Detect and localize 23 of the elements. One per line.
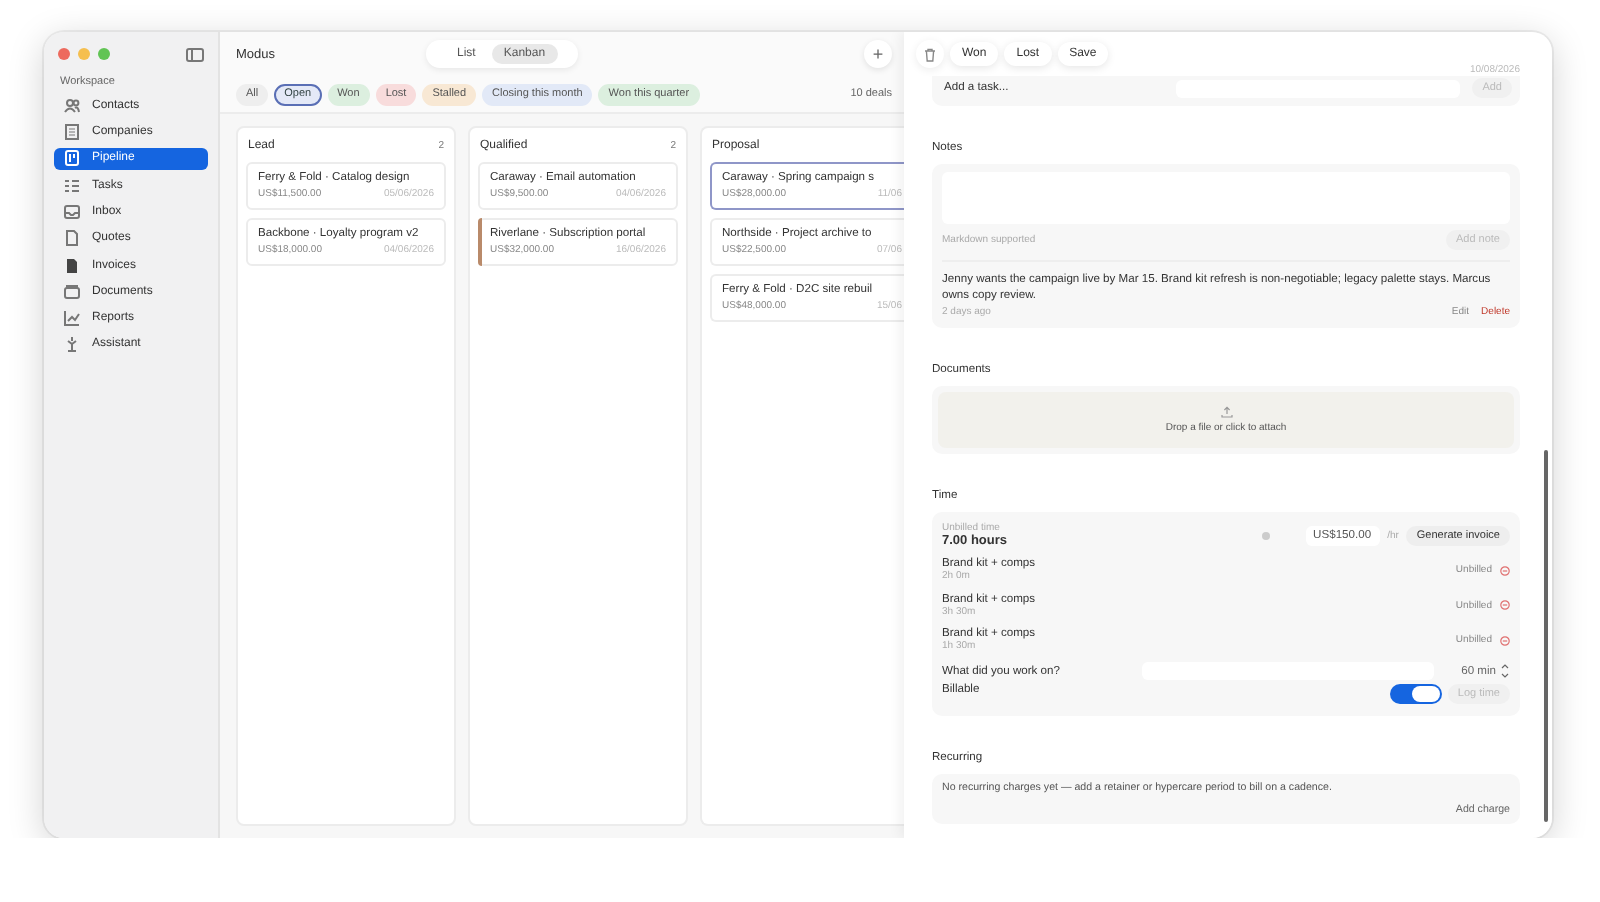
list-icon	[64, 177, 80, 194]
billable-toggle[interactable]	[1389, 684, 1442, 705]
maximize-icon[interactable]	[98, 48, 110, 60]
stepper-icon[interactable]	[1500, 662, 1510, 681]
upload-icon	[1219, 406, 1233, 419]
delete-button[interactable]	[916, 40, 944, 68]
minus-circle-icon[interactable]	[1500, 565, 1510, 576]
contacts-icon	[64, 97, 80, 114]
minimize-icon[interactable]	[78, 48, 90, 60]
scrollbar[interactable]	[1544, 450, 1548, 822]
trash-icon	[924, 47, 936, 61]
chart-icon	[64, 310, 80, 327]
building-icon	[64, 124, 80, 141]
add-button[interactable]: +	[864, 40, 892, 68]
dot-icon	[1261, 531, 1270, 540]
board-icon	[64, 150, 80, 167]
close-icon[interactable]	[58, 48, 70, 60]
inbox-icon	[64, 203, 80, 220]
minus-circle-icon[interactable]	[1500, 635, 1510, 646]
folder-icon	[64, 283, 80, 300]
sidebar-icon[interactable]	[186, 47, 204, 61]
minus-circle-icon[interactable]	[1500, 600, 1510, 611]
work-field[interactable]	[1142, 662, 1434, 681]
